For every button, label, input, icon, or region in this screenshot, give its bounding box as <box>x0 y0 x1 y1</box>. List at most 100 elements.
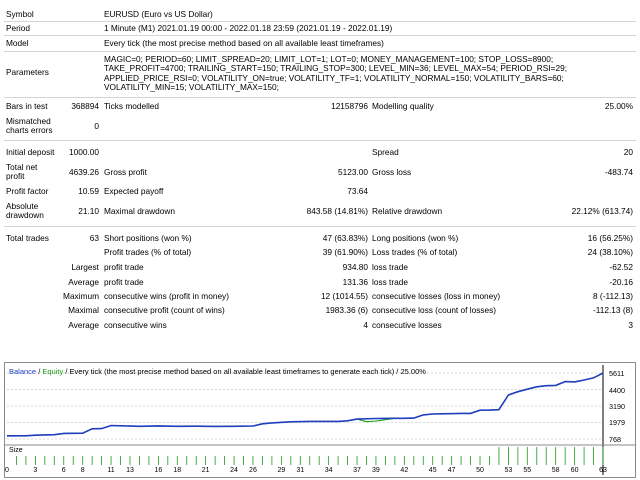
x-tick-label-21: 55 <box>523 467 532 474</box>
maximal-wins-label: consecutive profit (count of wins) <box>104 305 225 315</box>
mismatched-errors-value: 0 <box>94 121 99 131</box>
maximum-label: Maximum <box>63 291 99 301</box>
average-consec-wins-value: 4 <box>363 320 368 330</box>
legend-equity: Equity <box>42 367 64 376</box>
x-tick-label-7: 18 <box>173 467 182 474</box>
modelling-quality-value: 25.00% <box>604 101 633 111</box>
average-consec-label: Average <box>68 320 99 330</box>
x-tick-label-10: 26 <box>249 467 257 474</box>
symbol-value: EURUSD (Euro vs US Dollar) <box>104 9 213 19</box>
y-tick-label-3: 1979 <box>609 418 625 428</box>
absolute-drawdown-value: 21.10 <box>78 206 99 216</box>
chart-legend: Balance / Equity / Every tick (the most … <box>9 367 426 376</box>
model-label: Model <box>6 38 29 48</box>
x-tick-label-22: 58 <box>551 467 560 474</box>
x-tick-label-8: 21 <box>201 467 210 474</box>
average-consec-wins-label: consecutive wins <box>104 320 167 330</box>
balance-chart-svg <box>5 365 635 475</box>
gross-profit-value: 5123.00 <box>338 167 368 177</box>
legend-balance: Balance <box>9 367 37 376</box>
initial-deposit-value: 1000.00 <box>69 147 99 157</box>
x-tick-label-19: 50 <box>476 467 484 474</box>
spread-value: 20 <box>623 147 633 157</box>
period-value: 1 Minute (M1) 2021.01.19 00:00 - 2022.01… <box>104 23 393 33</box>
loss-trades-value: 24 (38.10%) <box>587 247 633 257</box>
bars-in-test-label: Bars in test <box>6 101 48 111</box>
series-line-equity <box>6 372 604 437</box>
loss-trades-label: Loss trades (% of total) <box>372 247 458 257</box>
profit-factor-label: Profit factor <box>6 186 49 196</box>
average-consec-losses-label: consecutive losses <box>372 320 442 330</box>
y-tick-label-1: 4400 <box>609 385 625 395</box>
initial-deposit-label: Initial deposit <box>6 147 55 157</box>
maximal-wins-value: 1983.36 (6) <box>325 305 368 315</box>
absolute-drawdown-label: Absolute drawdown <box>6 201 44 220</box>
symbol-label: Symbol <box>6 9 34 19</box>
largest-label: Largest <box>71 262 99 272</box>
maximum-wins-value: 12 (1014.55) <box>320 291 368 301</box>
x-tick-label-5: 13 <box>126 467 134 474</box>
x-tick-label-13: 34 <box>324 467 333 474</box>
x-tick-label-2: 6 <box>61 467 66 474</box>
x-tick-label-3: 8 <box>80 467 85 474</box>
x-tick-label-1: 3 <box>33 467 38 474</box>
total-trades-label: Total trades <box>6 233 49 243</box>
total-net-profit-label: Total net profit <box>6 162 38 181</box>
average-loss-value: -20.16 <box>609 277 633 287</box>
largest-profit-value: 934.80 <box>342 262 368 272</box>
gross-profit-label: Gross profit <box>104 167 147 177</box>
maximal-label: Maximal <box>68 305 99 315</box>
x-tick-label-0: 0 <box>5 467 9 474</box>
y-tick-label-4: 768 <box>609 435 621 444</box>
ticks-modelled-label: Ticks modelled <box>104 101 160 111</box>
x-tick-label-12: 31 <box>296 467 305 474</box>
gross-loss-label: Gross loss <box>372 167 412 177</box>
profit-factor-value: 10.59 <box>78 186 99 196</box>
x-tick-label-9: 24 <box>230 467 238 474</box>
long-positions-value: 16 (56.25%) <box>587 233 633 243</box>
modelling-quality-label: Modelling quality <box>372 101 434 111</box>
maximum-losses-label: consecutive losses (loss in money) <box>372 291 501 301</box>
x-tick-label-16: 42 <box>400 467 409 474</box>
x-tick-label-24: 63 <box>599 467 607 474</box>
long-positions-label: Long positions (won %) <box>372 233 459 243</box>
parameters-value: MAGIC=0; PERIOD=60; LIMIT_SPREAD=20; LIM… <box>104 54 568 92</box>
short-positions-value: 47 (63.83%) <box>322 233 368 243</box>
maximal-losses-label: consecutive loss (count of losses) <box>372 305 497 315</box>
expected-payoff-value: 73.64 <box>347 186 368 196</box>
relative-drawdown-label: Relative drawdown <box>372 206 443 216</box>
largest-loss-value: -62.52 <box>609 262 633 272</box>
maximal-drawdown-label: Maximal drawdown <box>104 206 176 216</box>
x-tick-label-14: 37 <box>353 467 361 474</box>
parameters-label: Parameters <box>6 67 49 77</box>
gross-loss-value: -483.74 <box>604 167 633 177</box>
total-net-profit-value: 4639.26 <box>69 167 99 177</box>
average-profit-label: profit trade <box>104 277 144 287</box>
balance-chart: Balance / Equity / Every tick (the most … <box>4 362 636 478</box>
legend-description: / Every tick (the most precise method ba… <box>63 367 426 376</box>
short-positions-label: Short positions (won %) <box>104 233 192 243</box>
x-tick-label-11: 29 <box>277 467 286 474</box>
y-tick-label-0: 5611 <box>609 369 625 378</box>
y-tick-label-2: 3190 <box>609 401 625 411</box>
average-consec-losses-value: 3 <box>628 320 633 330</box>
largest-loss-label: loss trade <box>372 262 408 272</box>
profit-trades-value: 39 (61.90%) <box>322 247 368 257</box>
relative-drawdown-value: 22.12% (613.74) <box>571 206 633 216</box>
average-profit-value: 131.36 <box>342 277 368 287</box>
maximum-wins-label: consecutive wins (profit in money) <box>104 291 229 301</box>
ticks-modelled-value: 12158796 <box>331 101 368 111</box>
model-value: Every tick (the most precise method base… <box>104 38 384 48</box>
x-tick-label-20: 53 <box>504 467 513 474</box>
average-label: Average <box>68 277 99 287</box>
x-tick-label-4: 11 <box>107 467 115 474</box>
total-trades-value: 63 <box>89 233 99 243</box>
x-tick-label-17: 45 <box>428 467 437 474</box>
profit-trades-label: Profit trades (% of total) <box>104 247 192 257</box>
x-tick-label-23: 60 <box>570 467 579 474</box>
average-loss-label: loss trade <box>372 277 408 287</box>
maximal-drawdown-value: 843.58 (14.81%) <box>306 206 368 216</box>
maximal-losses-value: -112.13 (8) <box>593 305 633 315</box>
x-tick-label-15: 39 <box>372 467 380 474</box>
period-label: Period <box>6 23 30 33</box>
